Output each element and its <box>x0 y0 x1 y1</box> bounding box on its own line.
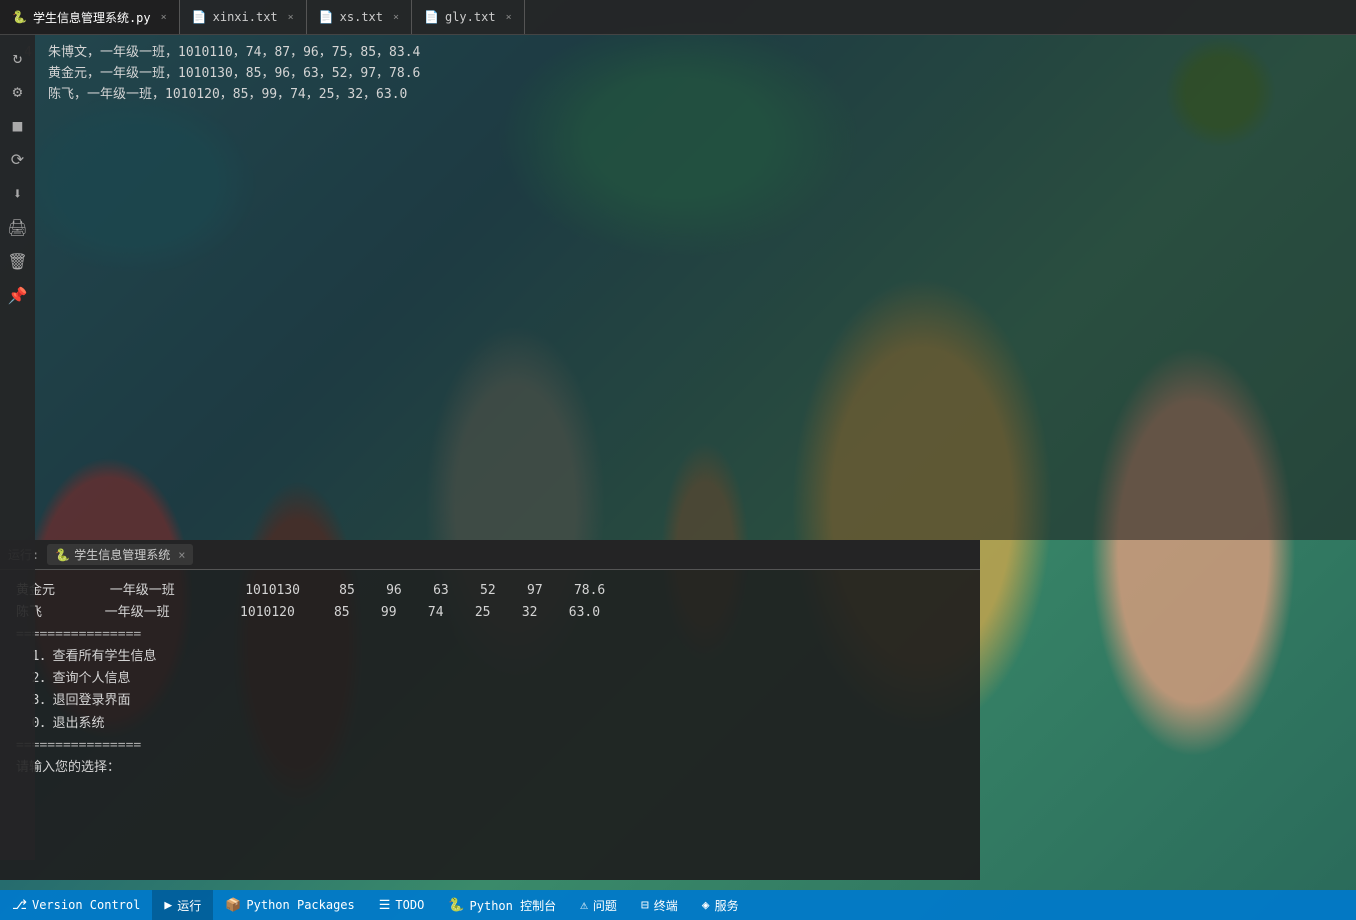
status-item-run[interactable]: ▶ 运行 <box>152 890 213 920</box>
tab-close[interactable]: × <box>393 12 399 23</box>
tab-xs[interactable]: 📄 xs.txt × <box>307 0 412 34</box>
status-item-todo[interactable]: ☰ TODO <box>367 890 437 920</box>
code-line: 朱博文，一年级一班，1010110，74，87，96，75，85，83.4 <box>48 43 1356 64</box>
tab-main-py[interactable]: 🐍 学生信息管理系统.py × <box>0 0 180 34</box>
status-item-problems[interactable]: ⚠ 问题 <box>568 890 629 920</box>
status-label-version-control: Version Control <box>32 898 140 912</box>
status-label-todo: TODO <box>395 898 424 912</box>
tab-label: xinxi.txt <box>213 10 278 24</box>
run-tab-bar: 运行: 🐍 学生信息管理系统 × <box>0 540 980 570</box>
sidebar-icon-refresh[interactable]: ↻ <box>4 43 32 71</box>
sidebar-icon-settings[interactable]: ⚙ <box>4 77 32 105</box>
status-icon-problems: ⚠ <box>580 898 588 913</box>
status-item-python-packages[interactable]: 📦 Python Packages <box>213 890 367 920</box>
tab-icon: 📄 <box>424 10 439 24</box>
run-tab-icon: 🐍 <box>55 548 70 562</box>
status-icon-python-packages: 📦 <box>225 898 241 913</box>
tab-label: xs.txt <box>340 10 383 24</box>
menu-item: 3．退回登录界面 <box>16 690 964 712</box>
sidebar-icon-pin[interactable]: 📌 <box>4 281 32 309</box>
code-line: 陈飞，一年级一班，1010120，85，99，74，25，32，63.0 <box>48 85 1356 106</box>
status-icon-run: ▶ <box>164 898 172 913</box>
tab-label: 学生信息管理系统.py <box>33 9 151 26</box>
status-item-terminal[interactable]: ⊟ 终端 <box>629 890 690 920</box>
sidebar-icon-step[interactable]: ⬇ <box>4 179 32 207</box>
status-icon-python-console: 🐍 <box>448 898 464 913</box>
status-bar: ⎇ Version Control ▶ 运行 📦 Python Packages ☰ TODO… <box>0 890 1356 920</box>
run-tab-close[interactable]: × <box>178 548 185 562</box>
status-label-terminal: 终端 <box>654 897 678 914</box>
divider-2: ================ <box>16 735 964 757</box>
status-item-python-console[interactable]: 🐍 Python 控制台 <box>436 890 568 920</box>
run-content: 黄金元 一年级一班 1010130 85 96 63 52 97 78.6陈飞 … <box>0 570 980 880</box>
status-label-python-packages: Python Packages <box>246 898 354 912</box>
tab-icon: 🐍 <box>12 10 27 24</box>
table-row: 黄金元 一年级一班 1010130 85 96 63 52 97 78.6 <box>16 580 964 602</box>
status-icon-terminal: ⊟ <box>641 898 649 913</box>
tab-bar: 🐍 学生信息管理系统.py × 📄 xinxi.txt × 📄 xs.txt × 📄 gly.txt… <box>0 0 1356 35</box>
input-prompt: 请输入您的选择： <box>16 757 964 779</box>
status-label-services: 服务 <box>715 897 739 914</box>
table-row: 陈飞 一年级一班 1010120 85 99 74 25 32 63.0 <box>16 602 964 624</box>
run-panel: 运行: 🐍 学生信息管理系统 × 黄金元 一年级一班 1010130 85 96… <box>0 540 980 880</box>
divider-1: ================ <box>16 624 964 646</box>
status-item-services[interactable]: ◈ 服务 <box>690 890 751 920</box>
sidebar-icon-trash[interactable]: 🗑 <box>4 247 32 275</box>
code-content: 4 朱博文，一年级一班，1010110，74，87，96，75，85，83.4黄… <box>0 35 1356 113</box>
editor-area: 🐍 学生信息管理系统.py × 📄 xinxi.txt × 📄 xs.txt × 📄 gly.txt… <box>0 0 1356 540</box>
code-line: 黄金元，一年级一班，1010130，85，96，63，52，97，78.6 <box>48 64 1356 85</box>
status-label-run: 运行 <box>177 897 201 914</box>
menu-item: 1．查看所有学生信息 <box>16 646 964 668</box>
tab-label: gly.txt <box>445 10 496 24</box>
code-lines: 朱博文，一年级一班，1010110，74，87，96，75，85，83.4黄金元… <box>40 43 1356 105</box>
sidebar-icon-rerun[interactable]: ⟳ <box>4 145 32 173</box>
status-label-python-console: Python 控制台 <box>470 897 557 914</box>
tab-icon: 📄 <box>192 10 207 24</box>
tab-gly[interactable]: 📄 gly.txt × <box>412 0 525 34</box>
status-icon-services: ◈ <box>702 898 710 913</box>
sidebar-icon-stop[interactable]: ■ <box>4 111 32 139</box>
status-icon-todo: ☰ <box>379 898 391 913</box>
tab-close[interactable]: × <box>288 12 294 23</box>
tab-icon: 📄 <box>319 10 334 24</box>
tab-close[interactable]: × <box>506 12 512 23</box>
status-item-version-control[interactable]: ⎇ Version Control <box>0 890 152 920</box>
tab-close[interactable]: × <box>161 12 167 23</box>
menu-item: 2．查询个人信息 <box>16 668 964 690</box>
run-tab[interactable]: 🐍 学生信息管理系统 × <box>47 544 193 565</box>
run-tab-label: 学生信息管理系统 <box>74 546 170 563</box>
sidebar-icon-print[interactable]: 🖨 <box>4 213 32 241</box>
menu-item: 0．退出系统 <box>16 713 964 735</box>
tab-xinxi[interactable]: 📄 xinxi.txt × <box>180 0 307 34</box>
status-label-problems: 问题 <box>593 897 617 914</box>
status-icon-version-control: ⎇ <box>12 898 27 913</box>
left-sidebar: ↻ ⚙ ■ ⟳ ⬇ 🖨 🗑 📌 <box>0 35 35 860</box>
